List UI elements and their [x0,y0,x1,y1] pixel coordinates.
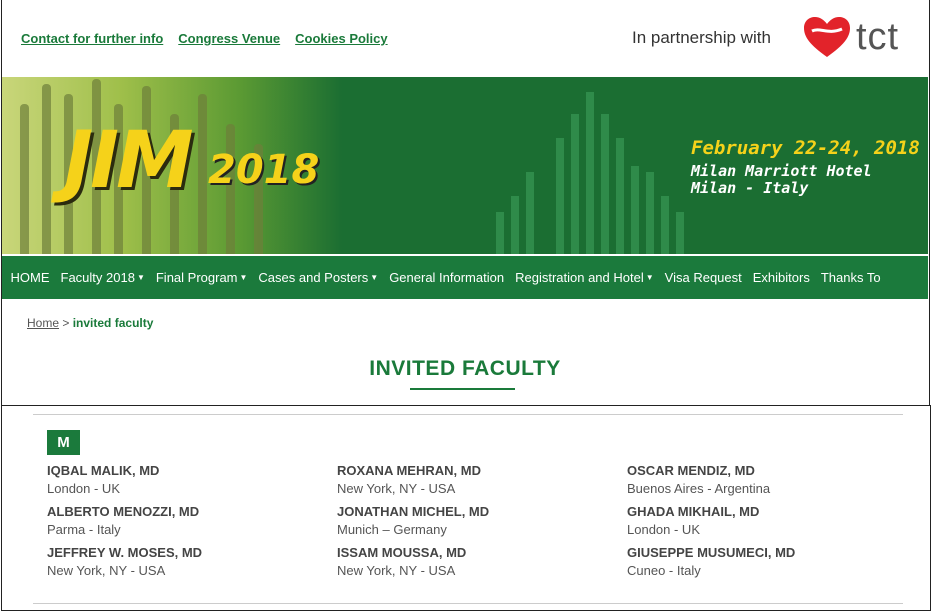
header-banner: JIM 2018 February 22-24, 2018 Milan Marr… [2,77,928,254]
faculty-name: ROXANA MEHRAN, MD [337,463,481,478]
faculty-name: JONATHAN MICHEL, MD [337,504,490,519]
section-bottom-divider [33,603,903,604]
nav-home[interactable]: HOME [5,270,55,285]
faculty-location: New York, NY - USA [337,481,456,496]
title-underline [410,388,515,390]
main-nav: HOME Faculty 2018 ▼ Final Program ▼ Cases … [2,256,928,299]
event-venue: Milan Marriott Hotel [691,162,872,180]
jim-logo: JIM [64,116,194,206]
faculty-location: New York, NY - USA [47,563,166,578]
faculty-card: ROXANA MEHRAN, MD New York, NY - USA [337,463,627,496]
faculty-card: IQBAL MALIK, MD London - UK [47,463,337,496]
caret-down-icon: ▼ [645,273,654,282]
faculty-name: IQBAL MALIK, MD [47,463,160,478]
faculty-name: ISSAM MOUSSA, MD [337,545,467,560]
faculty-location: New York, NY - USA [337,563,456,578]
page-title: INVITED FACULTY [369,357,561,380]
nav-registration-hotel[interactable]: Registration and Hotel ▼ [510,270,660,285]
faculty-name: GIUSEPPE MUSUMECI, MD [627,545,796,560]
faculty-card: ISSAM MOUSSA, MD New York, NY - USA [337,545,627,578]
faculty-location: London - UK [627,522,700,537]
faculty-name: JEFFREY W. MOSES, MD [47,545,203,560]
faculty-card: ALBERTO MENOZZI, MD Parma - Italy [47,504,337,537]
faculty-name: ALBERTO MENOZZI, MD [47,504,200,519]
faculty-card: JEFFREY W. MOSES, MD New York, NY - USA [47,545,337,578]
partner-text: In partnership with [632,28,771,47]
nav-cases-posters[interactable]: Cases and Posters ▼ [253,270,384,285]
faculty-location: Cuneo - Italy [627,563,701,578]
event-date: February 22-24, 2018 [691,137,920,159]
faculty-grid: IQBAL MALIK, MD London - UK ROXANA MEHRAN… [47,463,907,578]
section-divider [33,414,903,415]
breadcrumb-home-link[interactable]: Home [27,316,59,330]
breadcrumb-current: invited faculty [72,316,154,330]
congress-venue-link[interactable]: Congress Venue [178,31,280,46]
tct-logo-text: tct [856,16,900,58]
caret-down-icon: ▼ [370,273,379,282]
nav-general-information[interactable]: General Information [384,270,510,285]
nav-final-program[interactable]: Final Program ▼ [150,270,253,285]
nav-visa-request[interactable]: Visa Request [659,270,747,285]
breadcrumb-separator: > [62,316,70,330]
caret-down-icon: ▼ [239,273,248,282]
faculty-location: Buenos Aires - Argentina [627,481,771,496]
contact-link[interactable]: Contact for further info [21,31,163,46]
faculty-location: Munich – Germany [337,522,447,537]
faculty-location: London - UK [47,481,120,496]
faculty-location: Parma - Italy [47,522,121,537]
faculty-card: JONATHAN MICHEL, MD Munich – Germany [337,504,627,537]
cookies-policy-link[interactable]: Cookies Policy [295,31,387,46]
event-city: Milan - Italy [691,179,809,197]
year-logo: 2018 [208,147,320,193]
top-links: Contact for further info Congress Venue … [21,31,388,46]
nav-faculty[interactable]: Faculty 2018 ▼ [55,270,150,285]
faculty-name: OSCAR MENDIZ, MD [627,463,755,478]
caret-down-icon: ▼ [136,273,145,282]
faculty-name: GHADA MIKHAIL, MD [627,504,760,519]
faculty-card: OSCAR MENDIZ, MD Buenos Aires - Argentina [627,463,907,496]
tct-logo[interactable]: tct [802,14,914,60]
nav-exhibitors[interactable]: Exhibitors [747,270,815,285]
heart-icon [804,17,850,57]
faculty-card: GIUSEPPE MUSUMECI, MD Cuneo - Italy [627,545,907,578]
nav-thanks-to[interactable]: Thanks To [815,270,886,285]
breadcrumb: Home > invited faculty [27,316,153,330]
letter-badge: M [47,430,80,455]
faculty-card: GHADA MIKHAIL, MD London - UK [627,504,907,537]
